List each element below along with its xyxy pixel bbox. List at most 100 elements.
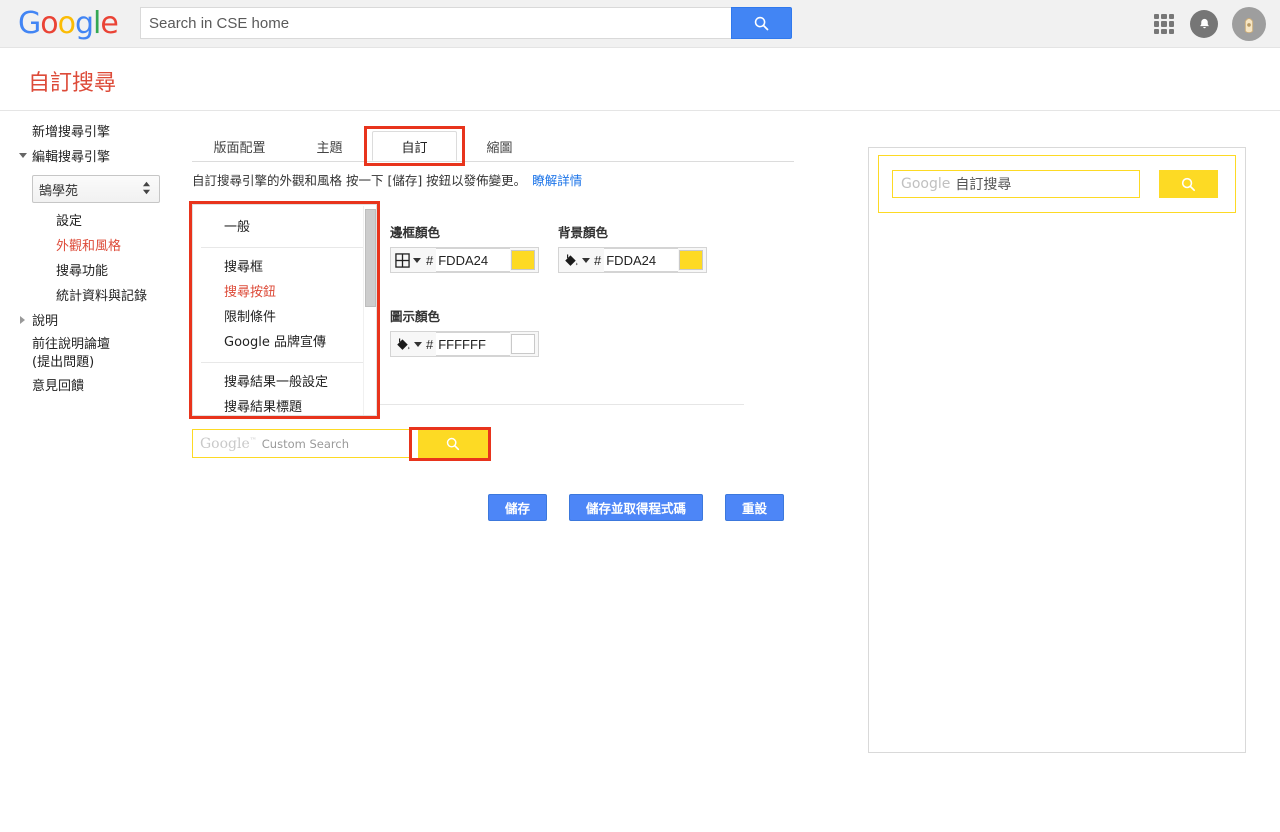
top-bar: Google (0, 0, 1280, 48)
border-color-label: 邊框顏色 (390, 225, 441, 240)
bucket-glyph (564, 253, 577, 266)
icon-color-field[interactable]: # (390, 331, 540, 357)
logo-letter-4: g (74, 6, 94, 41)
preview-brand-suffix: Custom Search (261, 436, 349, 451)
sidebar-item-new-engine[interactable]: 新增搜尋引擎 (32, 120, 190, 145)
action-buttons: 儲存 儲存並取得程式碼 重設 (488, 494, 785, 521)
apps-dot (1161, 14, 1167, 20)
apps-dot (1161, 28, 1167, 34)
tab-theme[interactable]: 主題 (287, 131, 372, 161)
element-list-scrollbar[interactable] (363, 206, 376, 415)
page-header: 自訂搜尋 (0, 49, 1280, 111)
apps-dot (1168, 28, 1174, 34)
chevron-down-icon (581, 257, 590, 263)
border-color-swatch[interactable] (511, 250, 536, 270)
sidebar-item-search-features[interactable]: 搜尋功能 (56, 259, 190, 284)
logo-letter-6: e (100, 6, 118, 41)
element-list-item-search-button[interactable]: 搜尋按鈕 (193, 280, 376, 305)
sidebar-item-look-and-feel[interactable]: 外觀和風格 (56, 234, 190, 259)
element-list-separator (201, 247, 368, 248)
search-icon (1181, 177, 1196, 191)
border-grid-icon[interactable] (391, 248, 425, 272)
preview-search-input[interactable]: Google™ Custom Search (192, 429, 412, 458)
page-title: 自訂搜尋 (28, 71, 117, 96)
border-color-field[interactable]: # (390, 247, 540, 273)
sidebar-item-settings[interactable]: 設定 (56, 209, 190, 234)
icon-color-input[interactable] (436, 332, 511, 356)
search-input[interactable] (140, 7, 731, 39)
live-preview-search-button[interactable] (1159, 170, 1218, 198)
tab-bar: 版面配置 主題 自訂 縮圖 (192, 131, 794, 162)
engine-select-value: 鵠學苑 (39, 183, 79, 199)
chevron-down-icon (413, 341, 422, 347)
logo-letter-1: G (18, 6, 41, 41)
sidebar-item-edit-engine[interactable]: 編輯搜尋引擎 (19, 145, 190, 170)
tab-layout[interactable]: 版面配置 (192, 131, 287, 161)
border-color-input[interactable] (436, 248, 511, 272)
element-list-item-refinements[interactable]: 限制條件 (193, 305, 376, 330)
background-color-label: 背景顏色 (558, 225, 609, 240)
live-preview-search-input[interactable]: Google 自訂搜尋 (892, 170, 1140, 198)
page-description-text: 自訂搜尋引擎的外觀和風格 按一下 [儲存] 按鈕以發佈變更。 (192, 173, 527, 188)
search-icon (754, 16, 769, 30)
notifications-bell-icon[interactable] (1190, 10, 1218, 38)
sidebar-item-help[interactable]: 說明 (20, 309, 190, 334)
global-search (140, 7, 792, 39)
background-color-field[interactable]: # (558, 247, 708, 273)
apps-dot (1168, 14, 1174, 20)
background-color-swatch[interactable] (679, 250, 704, 270)
sidebar-item-help-forum[interactable]: 前往說明論壇 (提出問題) (32, 334, 190, 374)
save-button[interactable]: 儲存 (488, 494, 548, 521)
live-preview-panel: Google 自訂搜尋 (868, 147, 1246, 753)
user-avatar[interactable] (1232, 7, 1266, 41)
element-list-item-results-general[interactable]: 搜尋結果一般設定 (193, 370, 376, 395)
section-divider (380, 404, 744, 405)
preview-google-wordmark: Google™ (200, 436, 257, 452)
background-color-input[interactable] (604, 248, 679, 272)
icon-color-swatch[interactable] (511, 334, 536, 354)
border-color-hash: # (426, 252, 434, 268)
element-list-item-google-branding[interactable]: Google 品牌宣傳 (193, 330, 376, 355)
avatar-glyph (1244, 18, 1254, 34)
chevron-down-icon (413, 257, 421, 263)
icon-color-label: 圖示顏色 (390, 309, 441, 324)
reset-button[interactable]: 重設 (725, 494, 785, 521)
select-spinner-icon (142, 180, 151, 196)
element-list-scrollbar-thumb[interactable] (365, 209, 376, 307)
engine-select[interactable]: 鵠學苑 (32, 175, 160, 203)
apps-grid-icon[interactable] (1154, 14, 1174, 34)
google-logo[interactable]: Google (18, 6, 119, 41)
learn-more-link[interactable]: 瞭解詳情 (532, 173, 582, 188)
save-and-get-code-button[interactable]: 儲存並取得程式碼 (569, 494, 704, 521)
element-list-item-results-title[interactable]: 搜尋結果標題 (193, 395, 376, 415)
logo-letter-2: o (40, 6, 58, 41)
border-color-control: 邊框顏色 # (390, 222, 540, 273)
apps-dot (1154, 28, 1160, 34)
tab-customize[interactable]: 自訂 (372, 131, 457, 161)
preview-brand-tm: ™ (249, 435, 257, 444)
updown-arrows-icon (142, 181, 151, 195)
element-list-item-general[interactable]: 一般 (193, 215, 376, 240)
apps-dot (1168, 21, 1174, 27)
element-list-item-search-box[interactable]: 搜尋框 (193, 255, 376, 280)
sidebar-item-feedback[interactable]: 意見回饋 (32, 374, 190, 399)
apps-dot (1154, 21, 1160, 27)
background-color-control: 背景顏色 # (558, 222, 708, 273)
live-preview-search-container: Google 自訂搜尋 (878, 155, 1236, 213)
search-icon (446, 437, 460, 450)
icon-color-control: 圖示顏色 # (390, 306, 540, 357)
apps-dot (1161, 21, 1167, 27)
paint-bucket-icon[interactable] (391, 332, 425, 356)
tab-thumbnails[interactable]: 縮圖 (457, 131, 542, 161)
live-preview-brand: Google (901, 176, 951, 192)
logo-letter-3: o (57, 6, 76, 41)
sidebar-item-statistics-and-logs[interactable]: 統計資料與記錄 (56, 284, 190, 309)
icon-color-hash: # (426, 336, 434, 352)
search-widget-preview: Google™ Custom Search (192, 429, 488, 458)
preview-search-button[interactable] (418, 429, 488, 458)
search-submit-button[interactable] (731, 7, 792, 39)
bell-glyph (1199, 18, 1209, 28)
live-preview-query-text: 自訂搜尋 (955, 177, 1012, 193)
paint-bucket-icon[interactable] (559, 248, 593, 272)
element-list[interactable]: 一般 搜尋框 搜尋按鈕 限制條件 Google 品牌宣傳 搜尋結果一般設定 搜尋… (192, 204, 377, 416)
